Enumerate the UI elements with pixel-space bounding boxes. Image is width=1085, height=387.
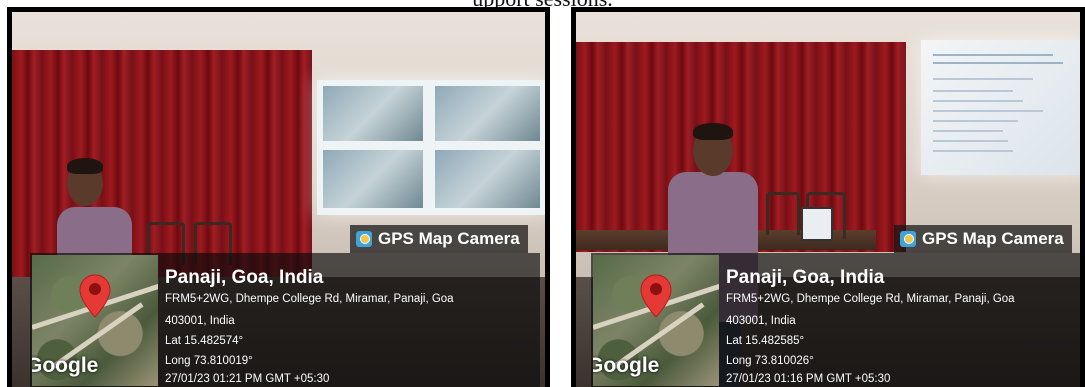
projected-slide	[317, 80, 545, 215]
geotagged-photo-2: GPS Map Camera Google Panaji, Goa, India…	[571, 7, 1085, 387]
gps-camera-icon	[356, 231, 372, 247]
location-info-panel: Google Panaji, Goa, India FRM5+2WG, Dhem…	[30, 253, 540, 387]
timestamp: 27/01/23 01:16 PM GMT +05:30	[726, 373, 891, 385]
google-logo: Google	[32, 354, 99, 377]
map-pin-icon	[79, 274, 111, 318]
place-title: Panaji, Goa, India	[165, 267, 324, 288]
satellite-map-thumbnail: Google	[32, 255, 158, 386]
presenter-hair	[67, 158, 103, 174]
location-info-panel: Google Panaji, Goa, India FRM5+2WG, Dhem…	[591, 253, 1080, 387]
gps-map-camera-badge: GPS Map Camera	[350, 225, 528, 253]
map-pin-icon	[640, 274, 672, 318]
gps-camera-icon	[900, 231, 916, 247]
place-title: Panaji, Goa, India	[726, 267, 885, 288]
projected-slide	[921, 40, 1080, 175]
geotagged-photo-1: GPS Map Camera Google Panaji, Goa, India…	[7, 7, 550, 387]
gps-badge-label: GPS Map Camera	[378, 229, 520, 248]
address-line-2: 403001, India	[165, 315, 235, 327]
latitude: Lat 15.482585°	[726, 335, 805, 347]
address-line-1: FRM5+2WG, Dhempe College Rd, Miramar, Pa…	[165, 293, 454, 305]
gps-badge-label: GPS Map Camera	[922, 229, 1064, 248]
chair	[766, 192, 800, 235]
longitude: Long 73.810019°	[165, 355, 253, 367]
satellite-map-thumbnail: Google	[593, 255, 719, 386]
timestamp: 27/01/23 01:21 PM GMT +05:30	[165, 373, 330, 385]
google-logo: Google	[593, 354, 660, 377]
longitude: Long 73.810026°	[726, 355, 814, 367]
latitude: Lat 15.482574°	[165, 335, 244, 347]
presenter-hair	[693, 123, 733, 140]
gps-map-camera-badge: GPS Map Camera	[894, 225, 1072, 253]
address-line-1: FRM5+2WG, Dhempe College Rd, Miramar, Pa…	[726, 293, 1015, 305]
laptop	[801, 207, 833, 241]
address-line-2: 403001, India	[726, 315, 796, 327]
